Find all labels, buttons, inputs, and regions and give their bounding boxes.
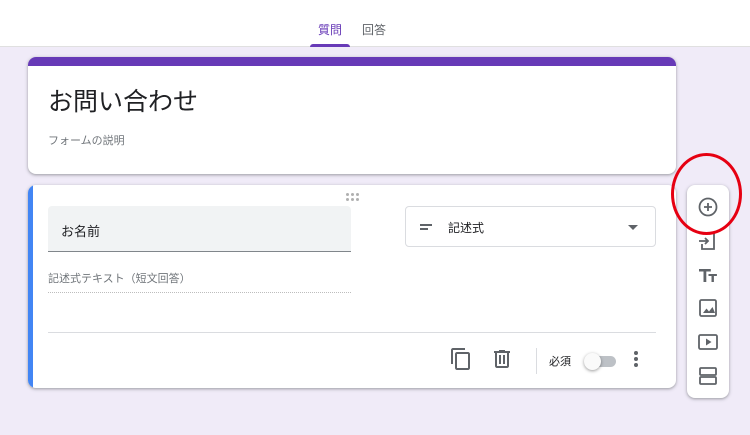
tab-responses-label: 回答 [361,23,386,37]
required-label: 必須 [549,355,571,368]
question-card[interactable]: お名前 記述式 記述式テキスト（短文回答） 必須 [28,185,676,388]
footer-vertical-divider [536,348,537,374]
question-type-dropdown[interactable]: 記述式 [405,206,656,247]
tab-questions-label: 質問 [317,23,342,37]
drag-handle-icon[interactable] [346,193,360,201]
question-title-text: お名前 [61,225,101,240]
title-card-accent [28,57,676,66]
question-title-input[interactable]: お名前 [48,206,351,252]
card-footer-divider [48,332,656,333]
more-options-icon[interactable] [624,347,648,371]
form-title[interactable]: お問い合わせ [48,82,198,118]
short-answer-icon [420,224,432,230]
form-description-field[interactable]: フォームの説明 [48,132,125,148]
add-video-icon[interactable] [696,330,720,354]
answer-placeholder: 記述式テキスト（短文回答） [48,270,351,293]
add-section-icon[interactable] [696,364,720,388]
required-toggle[interactable] [584,353,618,370]
duplicate-icon[interactable] [449,347,473,371]
top-bar: 質問 回答 [0,0,750,47]
tab-responses[interactable]: 回答 [356,21,392,47]
toggle-thumb [584,353,601,370]
active-question-indicator [28,185,33,388]
add-title-text-icon[interactable] [696,263,720,287]
add-image-icon[interactable] [696,296,720,320]
question-type-label: 記述式 [448,221,485,235]
tab-questions[interactable]: 質問 [310,21,350,47]
annotation-circle [671,153,742,235]
dropdown-arrow-icon [628,225,638,230]
form-title-card[interactable]: お問い合わせ フォームの説明 [28,57,676,174]
delete-icon[interactable] [490,347,514,371]
